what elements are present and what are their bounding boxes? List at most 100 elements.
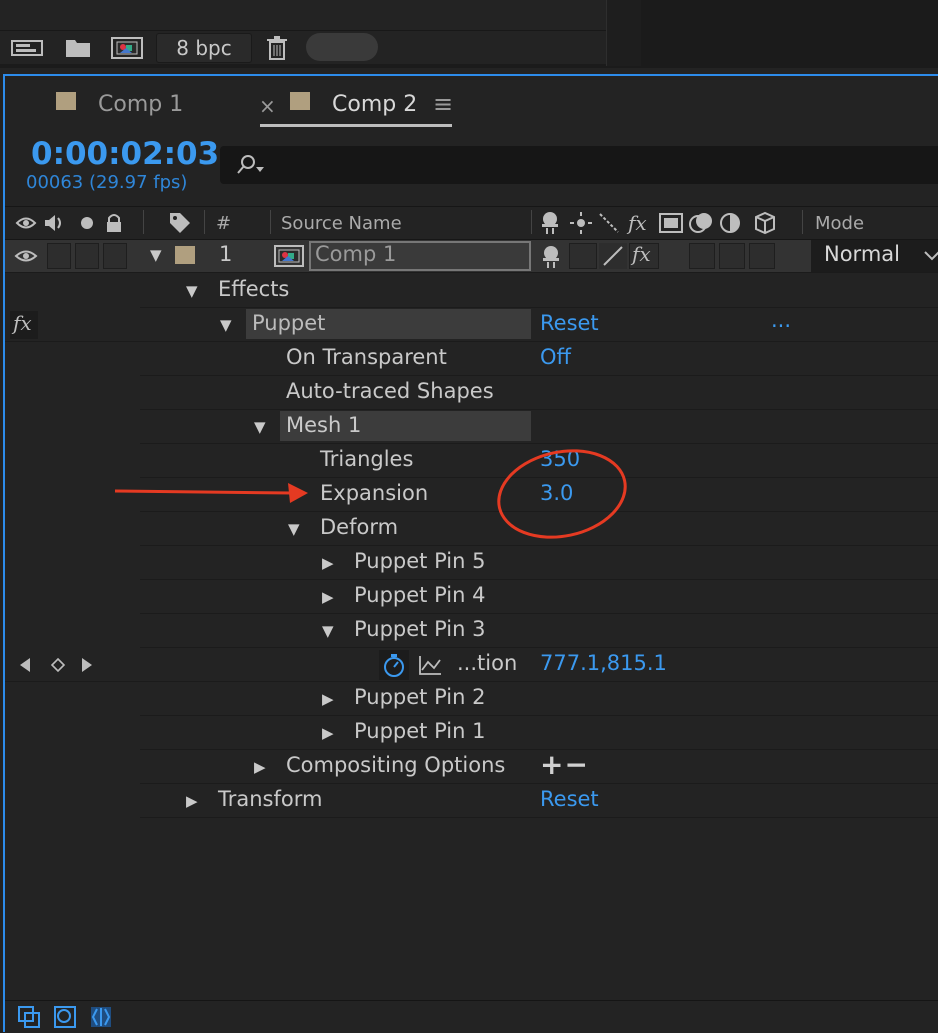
column-divider[interactable] — [802, 210, 803, 234]
column-header-row — [5, 206, 938, 240]
puppet-pin-row[interactable]: ▶ Puppet Pin 5 — [140, 546, 938, 580]
audio-toggle[interactable] — [47, 243, 71, 269]
puppet-pin-row[interactable]: ▶ Puppet Pin 1 — [140, 716, 938, 750]
expand-triangle-icon[interactable]: ▼ — [288, 520, 300, 538]
puppet-reset-link[interactable]: Reset — [540, 311, 599, 335]
expand-triangle-icon[interactable]: ▼ — [150, 246, 162, 264]
lock-toggle[interactable] — [103, 243, 127, 269]
transform-row[interactable]: ▶ Transform Reset — [140, 784, 938, 818]
time-stretch-toggle-icon[interactable] — [89, 1005, 113, 1029]
visibility-eye-icon[interactable] — [14, 246, 38, 266]
tab-comp-2[interactable]: Comp 2 — [332, 92, 417, 117]
motion-blur-switch[interactable] — [719, 243, 745, 269]
graph-editor-icon[interactable] — [417, 654, 443, 676]
pin-label: Puppet Pin 4 — [354, 583, 486, 607]
tab-comp-1[interactable]: Comp 1 — [98, 92, 183, 117]
blend-mode-value: Normal — [824, 242, 900, 266]
stopwatch-icon[interactable] — [379, 650, 409, 680]
pin-label: Puppet Pin 2 — [354, 685, 486, 709]
position-label: ...tion — [457, 651, 518, 675]
expansion-value[interactable]: 3.0 — [540, 481, 573, 505]
collapse-switch[interactable] — [569, 243, 597, 269]
layer-switches-toggle-icon[interactable] — [17, 1005, 41, 1029]
layer-row[interactable]: ▼ 1 Comp 1 fx Normal — [5, 240, 938, 273]
column-divider[interactable] — [270, 210, 271, 234]
folder-icon[interactable] — [64, 35, 92, 61]
modes-toggle-icon[interactable] — [53, 1005, 77, 1029]
puppet-label[interactable]: Puppet — [252, 311, 325, 335]
fx-switch-label: fx — [632, 242, 651, 266]
expand-triangle-icon[interactable]: ▶ — [322, 724, 334, 742]
column-divider[interactable] — [204, 210, 205, 234]
expand-triangle-icon[interactable]: ▼ — [254, 418, 266, 436]
frame-blend-switch[interactable] — [689, 243, 715, 269]
on-transparent-value[interactable]: Off — [540, 345, 571, 369]
blend-mode-dropdown[interactable]: Normal — [811, 240, 938, 272]
search-input[interactable] — [220, 146, 938, 184]
shy-switch-icon[interactable] — [538, 244, 564, 270]
expand-triangle-icon[interactable]: ▶ — [186, 792, 198, 810]
expand-triangle-icon[interactable]: ▼ — [186, 282, 198, 300]
layer-name: Comp 1 — [315, 242, 397, 266]
add-remove-mask-buttons[interactable]: +− — [540, 748, 589, 781]
effects-label: Effects — [218, 277, 290, 301]
trash-icon[interactable] — [264, 35, 290, 61]
svg-text:fx: fx — [626, 211, 647, 235]
interpret-footage-icon[interactable] — [10, 35, 46, 61]
panel-menu-icon[interactable]: ≡ — [433, 90, 453, 118]
bit-depth-button[interactable]: 8 bpc — [156, 33, 252, 63]
expand-triangle-icon[interactable]: ▶ — [322, 554, 334, 572]
expansion-row[interactable]: Expansion 3.0 — [140, 478, 938, 512]
expand-triangle-icon[interactable]: ▶ — [322, 690, 334, 708]
fx-toggle-label: fx — [13, 311, 32, 335]
new-composition-icon[interactable] — [110, 35, 144, 61]
current-time-display[interactable]: 0:00:02:03 — [31, 136, 219, 172]
quality-switch-icon[interactable] — [599, 243, 627, 269]
layer-name-field[interactable]: Comp 1 — [309, 241, 531, 271]
triangles-row[interactable]: Triangles 350 — [140, 444, 938, 478]
transform-label: Transform — [218, 787, 323, 811]
mode-header[interactable]: Mode — [815, 213, 864, 234]
divider — [0, 30, 606, 31]
expand-triangle-icon[interactable]: ▶ — [254, 758, 266, 776]
pin-label: Puppet Pin 1 — [354, 719, 486, 743]
puppet-effect-row[interactable]: fx ▼ Puppet Reset ... — [5, 308, 938, 342]
position-value[interactable]: 777.1,815.1 — [540, 651, 667, 675]
flowchart-toggle[interactable] — [306, 33, 378, 61]
compositing-options-row[interactable]: ▶ Compositing Options +− — [140, 748, 938, 784]
column-divider[interactable] — [531, 210, 532, 234]
mesh-label[interactable]: Mesh 1 — [286, 413, 361, 437]
solo-toggle[interactable] — [75, 243, 99, 269]
adjustment-layer-switch[interactable] — [749, 243, 775, 269]
puppet-pin-row[interactable]: ▼ Puppet Pin 3 — [140, 614, 938, 648]
layer-label-color[interactable] — [175, 246, 195, 264]
triangles-value[interactable]: 350 — [540, 447, 580, 471]
deform-row[interactable]: ▼ Deform — [140, 512, 938, 546]
effects-group-row[interactable]: ▼ Effects — [140, 274, 938, 308]
expand-triangle-icon[interactable]: ▶ — [322, 588, 334, 606]
tab-close-icon[interactable]: × — [259, 94, 276, 118]
expand-triangle-icon[interactable]: ▼ — [322, 622, 334, 640]
transform-reset-link[interactable]: Reset — [540, 787, 599, 811]
label-tag-icon — [170, 213, 190, 233]
chevron-down-icon — [924, 251, 938, 261]
mesh-row[interactable]: ▼ Mesh 1 — [140, 410, 938, 444]
auto-traced-shapes-row[interactable]: Auto-traced Shapes — [140, 376, 938, 410]
on-transparent-row[interactable]: On Transparent Off — [140, 342, 938, 376]
active-tab-underline — [260, 124, 452, 127]
effect-switch[interactable]: fx — [629, 242, 659, 269]
expand-triangle-icon[interactable]: ▼ — [220, 316, 232, 334]
puppet-pin-row[interactable]: ▶ Puppet Pin 4 — [140, 580, 938, 614]
puppet-pin-row[interactable]: ▶ Puppet Pin 2 — [140, 682, 938, 716]
pin-position-row[interactable]: ...tion 777.1,815.1 — [5, 648, 938, 682]
fx-toggle-icon[interactable]: fx — [10, 311, 38, 339]
keyframe-navigator[interactable] — [18, 657, 98, 673]
column-divider[interactable] — [143, 210, 144, 234]
comp-color-swatch — [290, 92, 310, 110]
search-icon — [237, 155, 264, 174]
source-name-header[interactable]: Source Name — [281, 213, 402, 234]
puppet-options-link[interactable]: ... — [771, 308, 791, 332]
av-features-header-icons — [15, 214, 121, 232]
pin-label: Puppet Pin 3 — [354, 617, 486, 641]
layer-number-header[interactable]: # — [216, 213, 231, 234]
